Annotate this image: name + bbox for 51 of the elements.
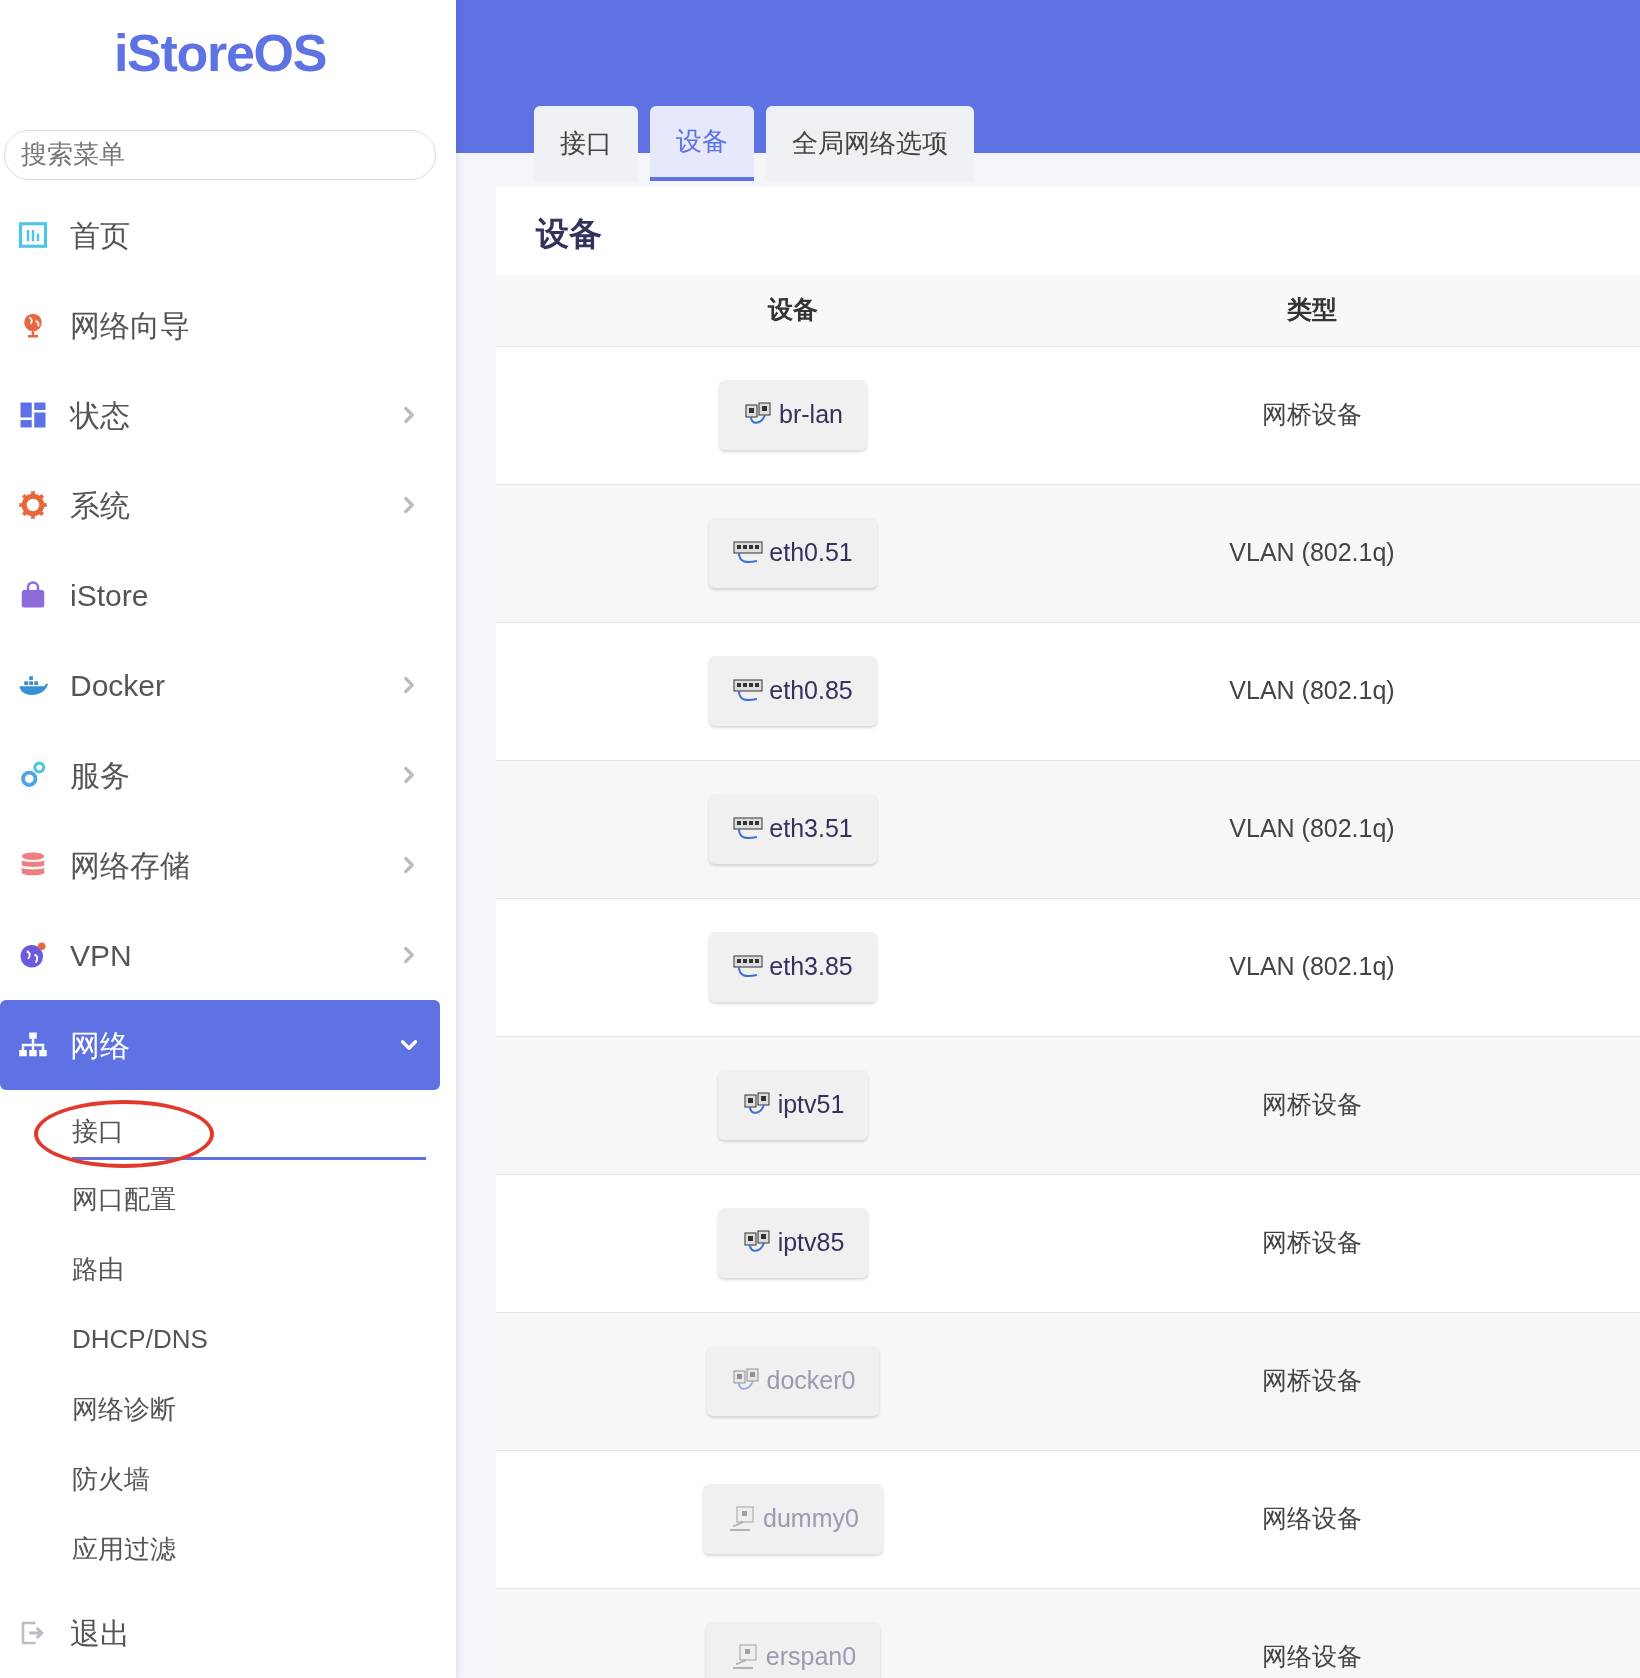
globe-icon xyxy=(18,940,48,970)
sidebar-item[interactable]: 系统 xyxy=(0,460,440,550)
submenu-item[interactable]: 网口配置 xyxy=(72,1179,176,1219)
submenu-item[interactable]: 网络诊断 xyxy=(72,1389,176,1429)
logo: iStoreOS xyxy=(113,22,327,84)
submenu-item[interactable]: 应用过滤 xyxy=(72,1529,176,1569)
gears-icon xyxy=(18,760,48,790)
switch-port-icon xyxy=(733,816,764,842)
device-badge[interactable]: eth0.51 xyxy=(709,518,877,588)
switch-port-icon xyxy=(733,540,764,566)
tab[interactable]: 接口 xyxy=(534,106,638,181)
sidebar-item[interactable]: VPN xyxy=(0,910,440,1000)
dashboard-icon xyxy=(18,400,48,430)
submenu-item[interactable]: 路由 xyxy=(72,1249,124,1289)
card-title: 设备 xyxy=(534,214,603,254)
gear-icon xyxy=(18,490,48,520)
device-badge[interactable]: iptv85 xyxy=(717,1208,869,1278)
table-cell-text: 网桥设备 xyxy=(1262,1227,1362,1259)
device-badge[interactable]: eth3.51 xyxy=(709,794,877,864)
table-cell-text: VLAN (802.1q) xyxy=(1229,537,1395,569)
table-cell-text: 网桥设备 xyxy=(1262,1089,1362,1121)
sidebar-item[interactable]: 首页 xyxy=(0,190,440,280)
sidebar-item[interactable]: 服务 xyxy=(0,730,440,820)
device-badge[interactable]: eth3.85 xyxy=(709,932,877,1002)
table-cell-text: 网络设备 xyxy=(1262,1503,1362,1535)
sidebar-item[interactable]: 网络向导 xyxy=(0,280,440,370)
sidebar-item[interactable]: 网络 xyxy=(0,1000,440,1090)
sidebar-item[interactable]: Docker xyxy=(0,640,440,730)
switch-port-icon xyxy=(733,678,764,704)
table-cell-text: VLAN (802.1q) xyxy=(1229,813,1395,845)
table-cell-text: VLAN (802.1q) xyxy=(1229,675,1395,707)
device-badge[interactable]: iptv51 xyxy=(717,1070,869,1140)
device-badge[interactable]: br-lan xyxy=(719,380,867,450)
table-cell-text: 网络设备 xyxy=(1262,1641,1362,1673)
sidebar-item[interactable]: 状态 xyxy=(0,370,440,460)
sidebar-item[interactable]: 退出 xyxy=(0,1588,440,1678)
sidebar-item[interactable]: iStore xyxy=(0,550,440,640)
table-cell-text: 网桥设备 xyxy=(1262,399,1362,431)
submenu-item[interactable]: DHCP/DNS xyxy=(72,1319,208,1359)
submenu-item[interactable]: 防火墙 xyxy=(72,1459,150,1499)
table-cell-text: 网桥设备 xyxy=(1262,1365,1362,1397)
device-badge[interactable]: eth0.85 xyxy=(709,656,877,726)
sidebar-item[interactable]: 网络存储 xyxy=(0,820,440,910)
tab[interactable]: 全局网络选项 xyxy=(766,106,974,181)
column-header: 类型 xyxy=(1286,294,1338,326)
chart-icon xyxy=(18,220,48,250)
search-field[interactable]: 搜索菜单 xyxy=(4,129,436,180)
table-cell-text: VLAN (802.1q) xyxy=(1229,951,1395,983)
switch-port-icon xyxy=(733,954,764,980)
column-header: 设备 xyxy=(766,294,819,326)
submenu-item[interactable]: 接口 xyxy=(72,1112,426,1160)
